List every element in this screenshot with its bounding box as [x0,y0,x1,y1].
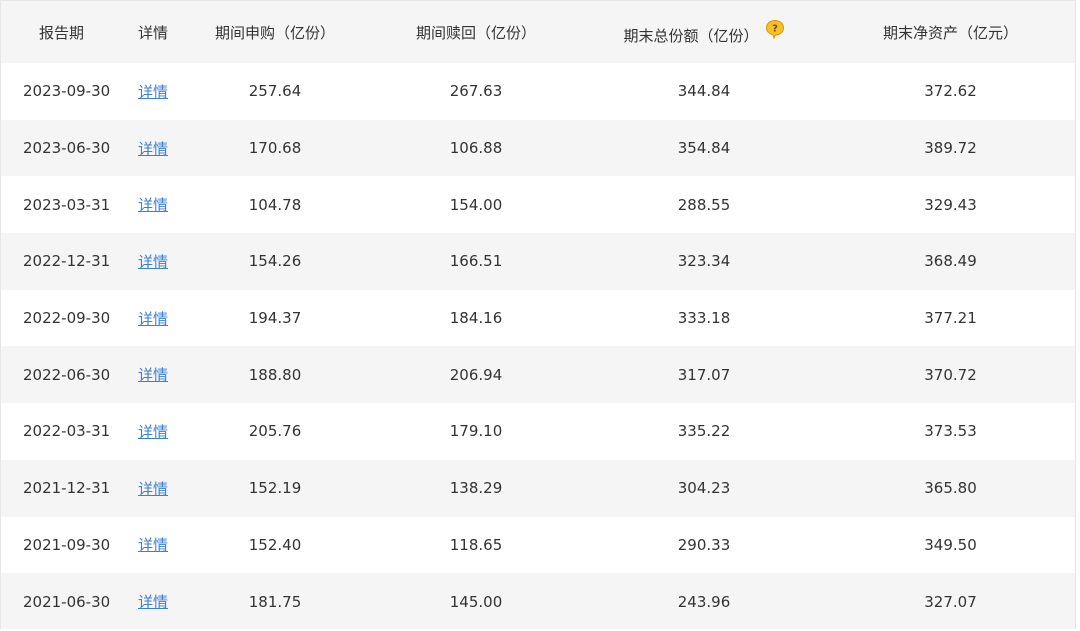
cell-subscribe: 154.26 [248,252,302,271]
cell-net-assets: 327.07 [924,592,977,611]
cell-total-shares: 323.34 [677,252,731,271]
cell-net-assets: 373.53 [924,422,977,441]
cell-redeem: 179.10 [449,422,503,441]
detail-link[interactable]: 详情 [138,423,168,441]
header-detail: 详情 [137,23,168,42]
detail-link[interactable]: 详情 [138,536,168,554]
cell-net-assets: 370.72 [924,365,977,384]
cell-subscribe: 205.76 [248,422,302,441]
header-period: 报告期 [39,23,85,42]
svg-text:?: ? [772,23,778,34]
cell-period: 2022-09-30 [23,309,111,328]
table-row: 2023-06-30 详情 170.68 106.88 354.84 389.72 [1,119,1075,177]
cell-detail: 详情 [126,120,180,177]
cell-period: 2023-06-30 [23,139,111,158]
cell-subscribe: 188.80 [248,365,302,384]
cell-net-assets: 329.43 [924,195,977,214]
cell-net-assets: 377.21 [924,309,977,328]
header-total-shares: 期末总份额（亿份） ? [582,1,826,63]
cell-detail: 详情 [126,346,180,403]
header-subscribe: 期间申购（亿份） [214,23,335,42]
cell-total-shares: 335.22 [677,422,731,441]
cell-redeem: 206.94 [449,365,503,384]
cell-redeem: 154.00 [449,195,503,214]
cell-total-shares: 243.96 [677,592,731,611]
table-row: 2022-06-30 详情 188.80 206.94 317.07 370.72 [1,346,1075,404]
cell-period: 2022-12-31 [23,252,111,271]
detail-link[interactable]: 详情 [138,140,168,158]
cell-total-shares: 344.84 [677,82,731,101]
cell-total-shares: 288.55 [677,195,731,214]
table-row: 2021-12-31 详情 152.19 138.29 304.23 365.80 [1,459,1075,517]
detail-link[interactable]: 详情 [138,480,168,498]
detail-link[interactable]: 详情 [138,83,168,101]
detail-link[interactable]: 详情 [138,196,168,214]
cell-detail: 详情 [126,460,180,517]
cell-total-shares: 290.33 [677,535,731,554]
cell-subscribe: 257.64 [248,82,302,101]
cell-net-assets: 389.72 [924,139,977,158]
cell-period: 2023-09-30 [23,82,111,101]
cell-redeem: 145.00 [449,592,503,611]
cell-detail: 详情 [126,517,180,574]
question-bubble-icon[interactable]: ? [765,19,785,39]
cell-redeem: 118.65 [449,535,503,554]
table-row: 2021-09-30 详情 152.40 118.65 290.33 349.50 [1,516,1075,574]
table-row: 2023-03-31 详情 104.78 154.00 288.55 329.43 [1,176,1075,234]
cell-detail: 详情 [126,176,180,233]
table-body: 2023-09-30 详情 257.64 267.63 344.84 372.62 2023… [1,63,1075,629]
cell-total-shares: 317.07 [677,365,731,384]
cell-total-shares: 333.18 [677,309,731,328]
fund-share-table: 报告期 详情 期间申购（亿份） 期间赎回（亿份） 期末总份额（亿份） ? 期末净… [1,1,1075,629]
cell-total-shares: 354.84 [677,139,731,158]
cell-subscribe: 194.37 [248,309,302,328]
header-net-assets: 期末净资产（亿元） [882,23,1018,42]
cell-detail: 详情 [126,63,180,120]
cell-subscribe: 152.40 [248,535,302,554]
table-row: 2023-09-30 详情 257.64 267.63 344.84 372.62 [1,63,1075,120]
table-row: 2021-06-30 详情 181.75 145.00 243.96 327.07 [1,573,1075,629]
cell-net-assets: 349.50 [924,535,977,554]
cell-net-assets: 368.49 [924,252,977,271]
cell-period: 2021-12-31 [23,479,111,498]
fund-share-table-container: 报告期 详情 期间申购（亿份） 期间赎回（亿份） 期末总份额（亿份） ? 期末净… [0,0,1076,629]
cell-subscribe: 181.75 [248,592,302,611]
detail-link[interactable]: 详情 [138,593,168,611]
table-row: 2022-12-31 详情 154.26 166.51 323.34 368.49 [1,233,1075,290]
cell-redeem: 184.16 [449,309,503,328]
cell-detail: 详情 [126,403,180,460]
header-total-shares-label: 期末总份额（亿份） [623,26,759,45]
cell-redeem: 106.88 [449,139,503,158]
detail-link[interactable]: 详情 [138,253,168,271]
cell-redeem: 267.63 [449,82,503,101]
cell-detail: 详情 [126,233,180,290]
cell-redeem: 166.51 [449,252,503,271]
table-header-row: 报告期 详情 期间申购（亿份） 期间赎回（亿份） 期末总份额（亿份） ? 期末净… [1,1,1075,63]
cell-period: 2022-06-30 [23,365,111,384]
table-row: 2022-03-31 详情 205.76 179.10 335.22 373.53 [1,403,1075,460]
cell-net-assets: 372.62 [924,82,977,101]
cell-redeem: 138.29 [449,479,503,498]
cell-period: 2021-09-30 [23,535,111,554]
cell-detail: 详情 [126,573,180,629]
header-redeem: 期间赎回（亿份） [415,23,536,42]
detail-link[interactable]: 详情 [138,366,168,384]
cell-period: 2021-06-30 [23,592,111,611]
cell-subscribe: 170.68 [248,139,302,158]
cell-detail: 详情 [126,290,180,347]
table-row: 2022-09-30 详情 194.37 184.16 333.18 377.21 [1,289,1075,347]
cell-net-assets: 365.80 [924,479,977,498]
cell-period: 2022-03-31 [23,422,111,441]
cell-period: 2023-03-31 [23,195,111,214]
cell-subscribe: 104.78 [248,195,302,214]
cell-subscribe: 152.19 [248,479,302,498]
detail-link[interactable]: 详情 [138,310,168,328]
cell-total-shares: 304.23 [677,479,731,498]
